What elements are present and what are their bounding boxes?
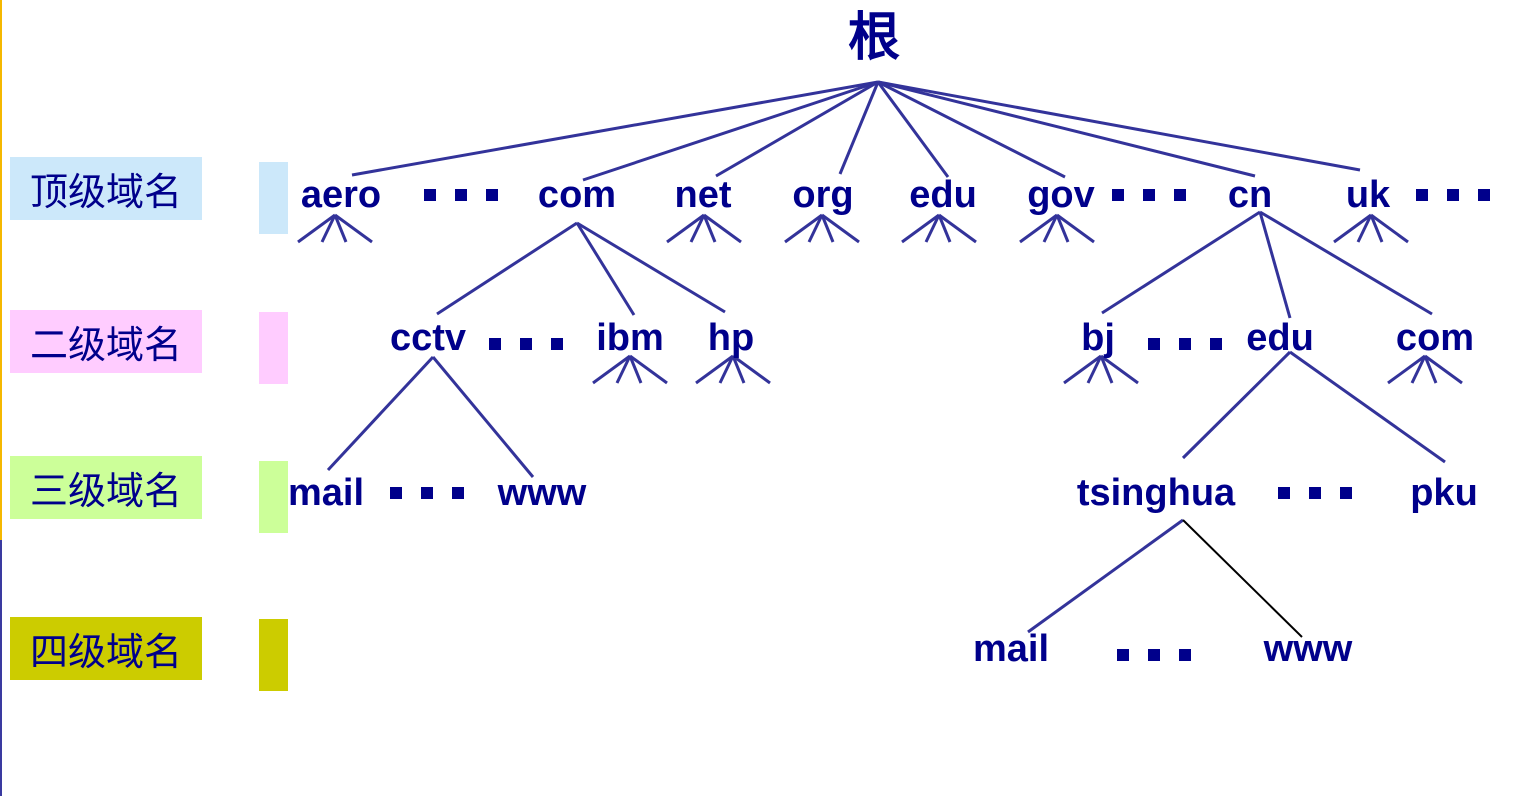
fan-net [666,213,742,244]
node-cn-com: com [1395,317,1475,359]
ellipsis-third-1 [390,487,464,499]
ellipsis-top-1 [424,189,498,201]
ellipsis-fourth-1 [1117,649,1191,661]
node-tsinghua-mail: mail [972,628,1050,670]
ellipsis-second-2 [1148,338,1222,350]
ellipsis-top-3 [1416,189,1490,201]
level-bar-second [259,312,288,384]
node-tsinghua: tsinghua [1076,472,1236,514]
level-label-top: 顶级域名 [10,157,202,220]
fan-org [784,213,860,244]
node-uk: uk [1345,174,1391,216]
node-tsinghua-www: www [1263,628,1353,670]
ellipsis-third-2 [1278,487,1352,499]
node-cn-edu: edu [1246,317,1314,359]
tree-edges [297,80,1463,638]
root-node: 根 [847,8,901,68]
node-org: org [792,174,854,216]
node-ibm: ibm [596,317,664,359]
level-label-fourth: 四级域名 [10,617,202,680]
level-bar-third [259,461,288,533]
fan-uk [1333,213,1409,244]
node-bj: bj [1081,317,1115,359]
node-cctv: cctv [389,317,467,359]
node-cctv-www: www [497,472,587,514]
node-hp: hp [707,317,755,359]
level-bar-fourth [259,619,288,691]
fan-aero [297,213,373,244]
fan-gov [1019,213,1095,244]
level-label-third: 三级域名 [10,456,202,519]
node-pku: pku [1410,472,1478,514]
fan-ibm [592,354,668,385]
node-aero: aero [300,174,382,216]
node-edu: edu [909,174,977,216]
fan-cn-com [1387,354,1463,385]
level-bar-top [259,162,288,234]
fan-bj [1063,354,1139,385]
node-com: com [537,174,617,216]
level-label-second: 二级域名 [10,310,202,373]
ellipsis-second-1 [489,338,563,350]
fan-edu [901,213,977,244]
node-net: net [674,174,732,216]
ellipsis-top-2 [1112,189,1186,201]
node-cctv-mail: mail [287,472,365,514]
node-gov: gov [1027,174,1095,216]
fan-hp [695,354,771,385]
node-cn: cn [1227,174,1273,216]
